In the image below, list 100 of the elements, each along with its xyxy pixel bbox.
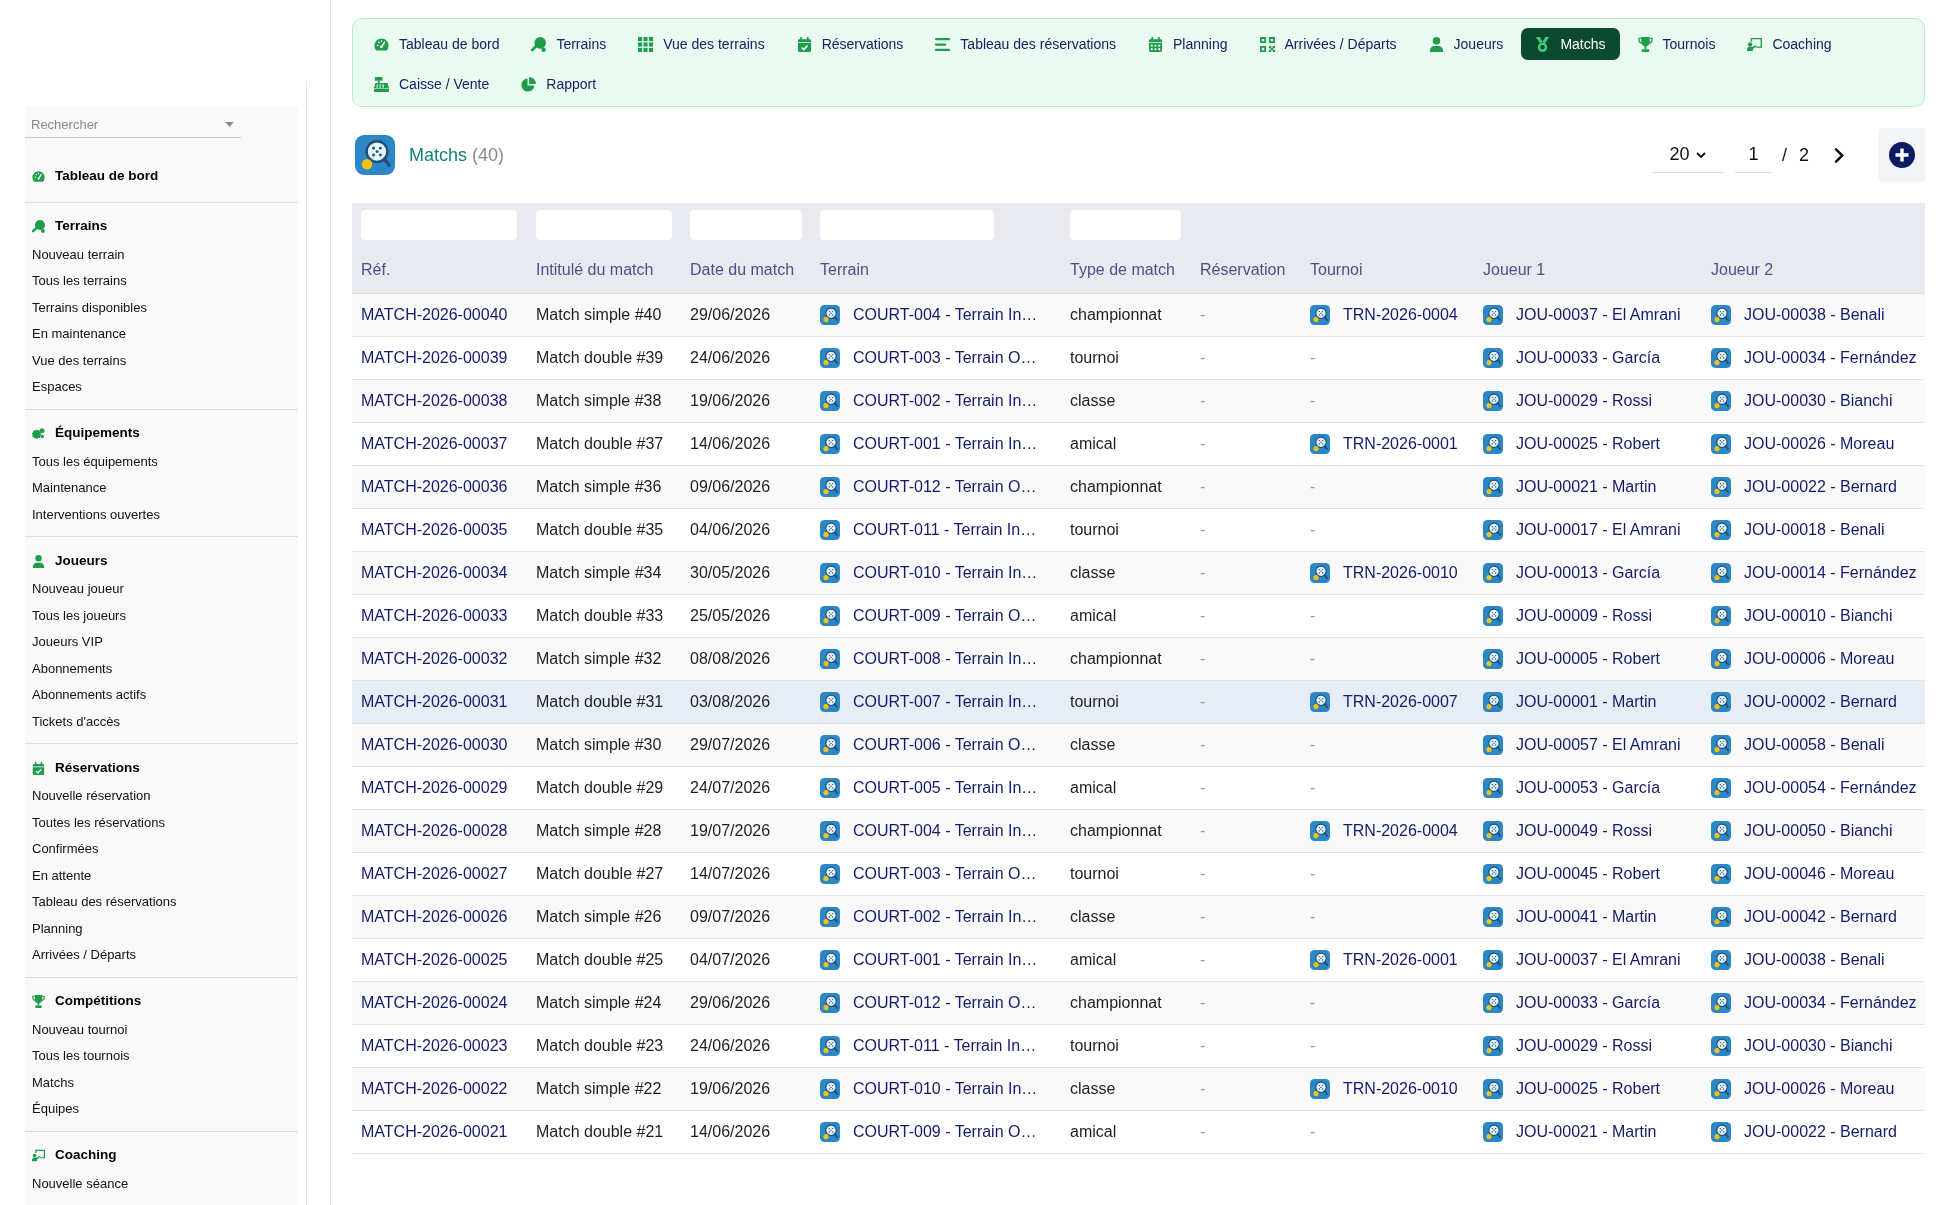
court-link[interactable]: COURT-004 - Terrain In… xyxy=(853,303,1038,327)
table-row[interactable]: MATCH-2026-00031 Match double #31 03/08/2026 COURT-007 - Terrain In… tournoi - TRN-2026-0007 JOU-00001 - Martin JOU-00002 - Bernard xyxy=(352,681,1925,724)
column-header[interactable]: Date du match xyxy=(690,261,795,278)
sidebar-item[interactable]: En maintenance xyxy=(32,321,126,348)
sidebar-item[interactable]: Nouvelle réservation xyxy=(32,783,151,810)
sidebar-heading[interactable]: Réservations xyxy=(25,756,140,780)
player-link[interactable]: JOU-00038 - Benali xyxy=(1744,948,1885,972)
column-header[interactable]: Réf. xyxy=(361,261,391,278)
table-row[interactable]: MATCH-2026-00034 Match simple #34 30/05/2026 COURT-010 - Terrain In… classe - TRN-2026-0010 JOU-00013 - García JOU-00014 - Fernández xyxy=(352,552,1925,595)
court-link[interactable]: COURT-004 - Terrain In… xyxy=(853,819,1038,843)
player-link[interactable]: JOU-00058 - Benali xyxy=(1744,733,1885,757)
player-link[interactable]: JOU-00026 - Moreau xyxy=(1744,432,1895,456)
sidebar-item[interactable]: En attente xyxy=(32,862,92,889)
column-header[interactable]: Terrain xyxy=(820,261,869,278)
player-link[interactable]: JOU-00057 - El Amrani xyxy=(1516,733,1681,757)
player-link[interactable]: JOU-00037 - El Amrani xyxy=(1516,303,1681,327)
player-link[interactable]: JOU-00025 - Robert xyxy=(1516,1077,1661,1101)
nav-tab[interactable]: Vue des terrains xyxy=(624,28,779,60)
table-row[interactable]: MATCH-2026-00036 Match simple #36 09/06/2026 COURT-012 - Terrain O… championnat - - JOU-00021 - Martin JOU-00022 - Bernard xyxy=(352,466,1925,509)
sidebar-heading[interactable]: Terrains xyxy=(25,214,108,239)
search-field[interactable]: Rechercher xyxy=(25,112,241,138)
sidebar-item[interactable]: Équipes xyxy=(32,1096,79,1123)
sidebar-item[interactable]: Interventions ouvertes xyxy=(32,501,160,528)
table-row[interactable]: MATCH-2026-00032 Match simple #32 08/08/2026 COURT-008 - Terrain In… championnat - - JOU-00005 - Robert JOU-00006 - Moreau xyxy=(352,638,1925,681)
sidebar-item[interactable]: Planning xyxy=(32,915,83,942)
player-link[interactable]: JOU-00050 - Bianchi xyxy=(1744,819,1893,843)
match-ref-link[interactable]: MATCH-2026-00032 xyxy=(361,650,508,667)
player-link[interactable]: JOU-00017 - El Amrani xyxy=(1516,518,1681,542)
match-ref-link[interactable]: MATCH-2026-00025 xyxy=(361,951,508,968)
nav-tab[interactable]: Tableau de bord xyxy=(360,28,514,60)
table-row[interactable]: MATCH-2026-00024 Match simple #24 29/06/2026 COURT-012 - Terrain O… championnat - - JOU-00033 - García JOU-00034 - Fernández xyxy=(352,982,1925,1025)
match-ref-link[interactable]: MATCH-2026-00028 xyxy=(361,822,508,839)
table-row[interactable]: MATCH-2026-00038 Match simple #38 19/06/2026 COURT-002 - Terrain In… classe - - JOU-00029 - Rossi JOU-00030 - Bianchi xyxy=(352,380,1925,423)
sidebar-heading[interactable]: Équipements xyxy=(25,421,140,446)
sidebar-item[interactable]: Tableau des réservations xyxy=(32,889,177,916)
nav-tab[interactable]: Matchs xyxy=(1521,28,1620,60)
player-link[interactable]: JOU-00049 - Rossi xyxy=(1516,819,1653,843)
tournament-link[interactable]: TRN-2026-0004 xyxy=(1343,819,1458,843)
player-link[interactable]: JOU-00037 - El Amrani xyxy=(1516,948,1681,972)
match-ref-link[interactable]: MATCH-2026-00034 xyxy=(361,564,508,581)
player-link[interactable]: JOU-00006 - Moreau xyxy=(1744,647,1895,671)
tournament-link[interactable]: TRN-2026-0007 xyxy=(1343,690,1458,714)
match-ref-link[interactable]: MATCH-2026-00024 xyxy=(361,994,508,1011)
match-ref-link[interactable]: MATCH-2026-00023 xyxy=(361,1037,508,1054)
sidebar-item[interactable]: Joueurs VIP xyxy=(32,629,103,656)
sidebar-item[interactable]: Tous les joueurs xyxy=(32,602,126,629)
nav-tab[interactable]: Caisse / Vente xyxy=(360,68,504,100)
page-input[interactable]: 1 xyxy=(1734,137,1772,173)
sidebar-heading[interactable]: Coaching xyxy=(25,1143,117,1168)
court-link[interactable]: COURT-002 - Terrain In… xyxy=(853,389,1038,413)
court-link[interactable]: COURT-001 - Terrain In… xyxy=(853,948,1038,972)
court-link[interactable]: COURT-011 - Terrain In… xyxy=(853,518,1037,542)
sidebar-item[interactable]: Espaces xyxy=(32,374,82,401)
court-link[interactable]: COURT-009 - Terrain O… xyxy=(853,1120,1037,1144)
match-ref-link[interactable]: MATCH-2026-00026 xyxy=(361,908,508,925)
court-link[interactable]: COURT-011 - Terrain In… xyxy=(853,1034,1037,1058)
court-link[interactable]: COURT-003 - Terrain O… xyxy=(853,346,1037,370)
player-link[interactable]: JOU-00042 - Bernard xyxy=(1744,905,1897,929)
sidebar-item[interactable]: Tous les tournois xyxy=(32,1043,130,1070)
sidebar-item[interactable]: Nouveau terrain xyxy=(32,241,125,268)
player-link[interactable]: JOU-00053 - García xyxy=(1516,776,1661,800)
column-header[interactable]: Intitulé du match xyxy=(536,261,654,278)
nav-tab[interactable]: Rapport xyxy=(507,68,611,100)
match-ref-link[interactable]: MATCH-2026-00035 xyxy=(361,521,508,538)
player-link[interactable]: JOU-00018 - Benali xyxy=(1744,518,1885,542)
nav-tab[interactable]: Réservations xyxy=(782,28,918,60)
match-ref-link[interactable]: MATCH-2026-00040 xyxy=(361,306,508,323)
nav-tab[interactable]: Planning xyxy=(1134,28,1242,60)
player-link[interactable]: JOU-00030 - Bianchi xyxy=(1744,1034,1893,1058)
court-link[interactable]: COURT-009 - Terrain O… xyxy=(853,604,1037,628)
player-link[interactable]: JOU-00022 - Bernard xyxy=(1744,475,1897,499)
court-link[interactable]: COURT-002 - Terrain In… xyxy=(853,905,1038,929)
player-link[interactable]: JOU-00010 - Bianchi xyxy=(1744,604,1893,628)
match-ref-link[interactable]: MATCH-2026-00022 xyxy=(361,1080,508,1097)
sidebar-item[interactable]: Abonnements xyxy=(32,655,113,682)
sidebar-item[interactable]: Tous les terrains xyxy=(32,268,127,295)
nav-tab[interactable]: Arrivées / Départs xyxy=(1245,28,1411,60)
player-link[interactable]: JOU-00041 - Martin xyxy=(1516,905,1657,929)
sidebar-item[interactable]: Tous les équipements xyxy=(32,448,158,475)
court-link[interactable]: COURT-005 - Terrain In… xyxy=(853,776,1038,800)
sidebar-item[interactable]: Maintenance xyxy=(32,475,107,502)
sidebar-item[interactable]: Terrains disponibles xyxy=(32,294,147,321)
match-ref-link[interactable]: MATCH-2026-00033 xyxy=(361,607,508,624)
sidebar-item[interactable]: Nouveau tournoi xyxy=(32,1016,128,1043)
sidebar-heading[interactable]: Compétitions xyxy=(25,989,142,1014)
sidebar-item[interactable]: Toutes les réservations xyxy=(32,809,165,836)
match-ref-link[interactable]: MATCH-2026-00029 xyxy=(361,779,508,796)
table-row[interactable]: MATCH-2026-00040 Match simple #40 29/06/2026 COURT-004 - Terrain In… championnat - TRN-2026-0004 JOU-00037 - El Amrani JOU-00038 - Benali xyxy=(352,294,1925,337)
court-link[interactable]: COURT-010 - Terrain In… xyxy=(853,561,1038,585)
nav-tab[interactable]: Terrains xyxy=(517,28,621,60)
player-link[interactable]: JOU-00025 - Robert xyxy=(1516,432,1661,456)
match-ref-link[interactable]: MATCH-2026-00039 xyxy=(361,349,508,366)
sidebar-heading[interactable]: Tableau de bord xyxy=(25,164,159,189)
player-link[interactable]: JOU-00014 - Fernández xyxy=(1744,561,1917,585)
player-link[interactable]: JOU-00054 - Fernández xyxy=(1744,776,1917,800)
column-header[interactable]: Type de match xyxy=(1070,261,1175,278)
player-link[interactable]: JOU-00046 - Moreau xyxy=(1744,862,1895,886)
nav-tab[interactable]: Tableau des réservations xyxy=(921,28,1130,60)
player-link[interactable]: JOU-00009 - Rossi xyxy=(1516,604,1653,628)
match-ref-link[interactable]: MATCH-2026-00036 xyxy=(361,478,508,495)
